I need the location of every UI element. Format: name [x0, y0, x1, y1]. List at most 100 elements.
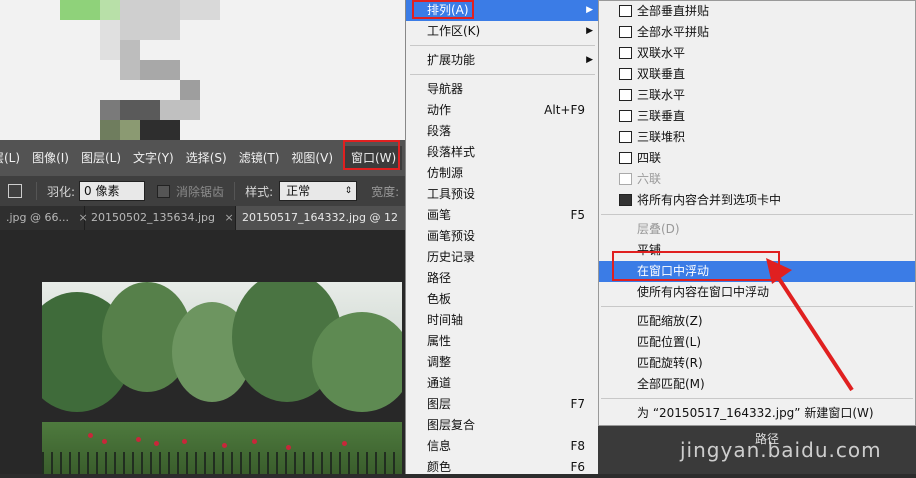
- menu-select[interactable]: 选择(S): [180, 146, 233, 170]
- blur-block: [140, 120, 180, 140]
- submenu-item-3up-stacked[interactable]: 三联堆积: [599, 127, 915, 148]
- menu-item-tool-presets[interactable]: 工具预设: [406, 184, 599, 205]
- two-up-horizontal-icon: [619, 47, 632, 59]
- feather-input[interactable]: 0 像素: [79, 181, 146, 201]
- submenu-item-3up-horizontal[interactable]: 三联水平: [599, 85, 915, 106]
- annotation-box-window-menu: [343, 140, 400, 170]
- style-select[interactable]: 正常 ⇕: [279, 181, 358, 201]
- antialias-label: 消除锯齿: [176, 184, 225, 199]
- menu-item-swatches[interactable]: 色板: [406, 289, 599, 310]
- blur-block: [100, 20, 120, 60]
- menu-item-label: 信息: [427, 439, 452, 453]
- menu-layer-partial[interactable]: 层(L): [0, 146, 26, 170]
- tab-document-2[interactable]: 20150502_135634.jpg ×: [85, 206, 236, 230]
- document-canvas[interactable]: [0, 230, 410, 474]
- marquee-mode-icon[interactable]: [8, 184, 22, 198]
- menu-item-label: 调整: [427, 355, 452, 369]
- submenu-item-2up-horizontal[interactable]: 双联水平: [599, 43, 915, 64]
- submenu-item-match-zoom[interactable]: 匹配缩放(Z): [599, 311, 915, 332]
- blur-block: [120, 40, 140, 80]
- menu-separator: [601, 214, 913, 215]
- tab-document-3[interactable]: 20150517_164332.jpg @ 12: [236, 206, 410, 230]
- six-up-icon: [619, 173, 632, 185]
- menu-item-layer-comps[interactable]: 图层复合: [406, 415, 599, 436]
- menu-item-shortcut: F7: [570, 397, 585, 411]
- submenu-item-label: 全部水平拼贴: [637, 25, 710, 39]
- menu-item-history[interactable]: 历史记录: [406, 247, 599, 268]
- window-dropdown-menu: 排列(A) ▶ 工作区(K) ▶ 扩展功能 ▶ 导航器 动作 Alt+F9 段落 …: [405, 0, 600, 474]
- menu-item-timeline[interactable]: 时间轴: [406, 310, 599, 331]
- submenu-item-float-all-in-windows[interactable]: 使所有内容在窗口中浮动: [599, 282, 915, 303]
- submenu-item-new-window[interactable]: 为 “20150517_164332.jpg” 新建窗口(W): [599, 403, 915, 424]
- menu-item-shortcut: F6: [570, 460, 585, 474]
- menu-item-label: 画笔: [427, 208, 452, 222]
- menu-item-label: 画笔预设: [427, 229, 476, 243]
- menu-view[interactable]: 视图(V): [285, 146, 339, 170]
- menu-item-actions[interactable]: 动作 Alt+F9: [406, 100, 599, 121]
- annotation-box-float-in-window: [612, 251, 780, 281]
- menu-item-info[interactable]: 信息 F8: [406, 436, 599, 457]
- two-up-vertical-icon: [619, 68, 632, 80]
- submenu-item-consolidate-to-tabs[interactable]: 将所有内容合并到选项卡中: [599, 190, 915, 211]
- menu-item-paragraph[interactable]: 段落: [406, 121, 599, 142]
- menu-item-label: 时间轴: [427, 313, 464, 327]
- menu-item-navigator[interactable]: 导航器: [406, 79, 599, 100]
- submenu-item-tile-all-vertically[interactable]: 全部垂直拼贴: [599, 1, 915, 22]
- submenu-item-label: 匹配缩放(Z): [637, 314, 703, 328]
- menu-item-properties[interactable]: 属性: [406, 331, 599, 352]
- menu-layer[interactable]: 图层(L): [75, 146, 127, 170]
- blur-block: [180, 80, 200, 100]
- menu-separator: [410, 45, 595, 46]
- menu-item-paragraph-styles[interactable]: 段落样式: [406, 142, 599, 163]
- submenu-item-match-all[interactable]: 全部匹配(M): [599, 374, 915, 395]
- menu-item-channels[interactable]: 通道: [406, 373, 599, 394]
- submenu-item-4up[interactable]: 四联: [599, 148, 915, 169]
- submenu-item-match-rotation[interactable]: 匹配旋转(R): [599, 353, 915, 374]
- park-photo: [42, 282, 402, 474]
- menu-separator: [601, 398, 913, 399]
- menu-item-label: 段落样式: [427, 145, 476, 159]
- three-up-horizontal-icon: [619, 89, 632, 101]
- menu-filter[interactable]: 滤镜(T): [233, 146, 286, 170]
- menu-item-shortcut: F8: [570, 439, 585, 453]
- menu-type[interactable]: 文字(Y): [127, 146, 180, 170]
- submenu-item-label: 四联: [637, 151, 662, 165]
- menu-item-label: 动作: [427, 103, 452, 117]
- submenu-arrow-icon: ▶: [586, 55, 593, 65]
- ps-options-bar: 羽化: 0 像素 消除锯齿 样式: 正常 ⇕ 宽度:: [0, 176, 410, 206]
- submenu-item-2up-vertical[interactable]: 双联垂直: [599, 64, 915, 85]
- blur-block: [180, 0, 220, 20]
- submenu-item-3up-vertical[interactable]: 三联垂直: [599, 106, 915, 127]
- menu-item-label: 图层复合: [427, 418, 476, 432]
- menu-item-adjustments[interactable]: 调整: [406, 352, 599, 373]
- submenu-item-6up: 六联: [599, 169, 915, 190]
- tab-document-1[interactable]: .jpg @ 66... ×: [0, 206, 88, 230]
- menu-item-brush[interactable]: 画笔 F5: [406, 205, 599, 226]
- menu-item-color[interactable]: 颜色 F6: [406, 457, 599, 478]
- menu-item-clone-source[interactable]: 仿制源: [406, 163, 599, 184]
- menu-item-layers[interactable]: 图层 F7: [406, 394, 599, 415]
- menu-item-workspace[interactable]: 工作区(K) ▶: [406, 21, 599, 42]
- menu-item-shortcut: F5: [570, 208, 585, 222]
- menu-item-extensions[interactable]: 扩展功能 ▶: [406, 50, 599, 71]
- menu-item-brush-presets[interactable]: 画笔预设: [406, 226, 599, 247]
- close-icon[interactable]: ×: [225, 211, 234, 224]
- width-label: 宽度:: [371, 184, 400, 199]
- divider: [36, 182, 37, 200]
- menu-item-paths[interactable]: 路径: [406, 268, 599, 289]
- three-up-stacked-icon: [619, 131, 632, 143]
- menu-item-label: 导航器: [427, 82, 464, 96]
- tab-label: 20150517_164332.jpg @ 12: [242, 211, 398, 224]
- antialias-checkbox[interactable]: [157, 184, 171, 198]
- menu-item-label: 工具预设: [427, 187, 476, 201]
- menu-image[interactable]: 图像(I): [26, 146, 75, 170]
- submenu-item-label: 六联: [637, 172, 662, 186]
- watermark: jingyan.baidu.com: [680, 438, 882, 462]
- submenu-item-match-location[interactable]: 匹配位置(L): [599, 332, 915, 353]
- submenu-arrow-icon: ▶: [586, 26, 593, 36]
- photo-tree: [312, 312, 402, 412]
- submenu-item-label: 使所有内容在窗口中浮动: [637, 285, 770, 299]
- menu-item-label: 通道: [427, 376, 452, 390]
- submenu-item-tile-all-horizontally[interactable]: 全部水平拼贴: [599, 22, 915, 43]
- menu-item-label: 路径: [427, 271, 452, 285]
